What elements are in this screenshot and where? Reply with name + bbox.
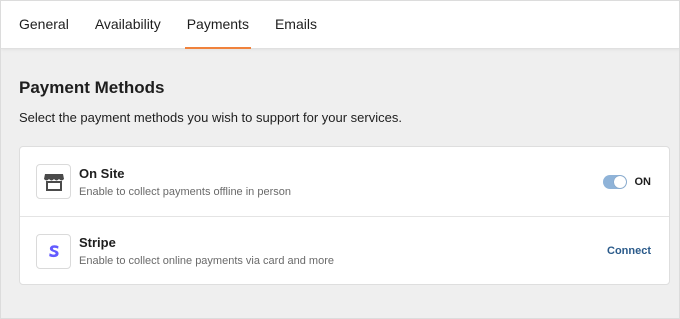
tab-availability[interactable]: Availability [95,1,161,48]
payment-method-title: Stripe [79,235,116,250]
toggle-state-label: ON [634,175,652,188]
payments-content: Payment Methods Select the payment metho… [19,49,670,285]
tab-payments[interactable]: Payments [184,1,252,49]
settings-window: General Availability Payments Emails Pay… [0,0,680,319]
section-subtitle: Select the payment methods you wish to s… [19,110,402,125]
payment-method-description: Enable to collect online payments via ca… [79,255,334,267]
tab-general[interactable]: General [19,1,69,48]
onsite-text: On Site Enable to collect payments offli… [79,166,603,198]
onsite-toggle-group: ON [602,174,652,189]
payment-method-onsite: On Site Enable to collect payments offli… [20,147,669,216]
tab-bar: General Availability Payments Emails [1,1,679,49]
payment-method-description: Enable to collect payments offline in pe… [79,185,291,198]
section-title: Payment Methods [19,78,165,97]
stripe-text: Stripe Enable to collect online payments… [79,235,607,267]
onsite-toggle[interactable] [602,174,627,189]
storefront-icon [36,164,71,199]
payment-methods-panel: On Site Enable to collect payments offli… [19,146,670,285]
stripe-logo-icon [36,233,71,269]
stripe-connect-link[interactable]: Connect [607,245,651,257]
payment-method-stripe: Stripe Enable to collect online payments… [20,216,669,285]
tab-emails[interactable]: Emails [275,1,317,48]
payment-method-title: On Site [79,165,125,181]
